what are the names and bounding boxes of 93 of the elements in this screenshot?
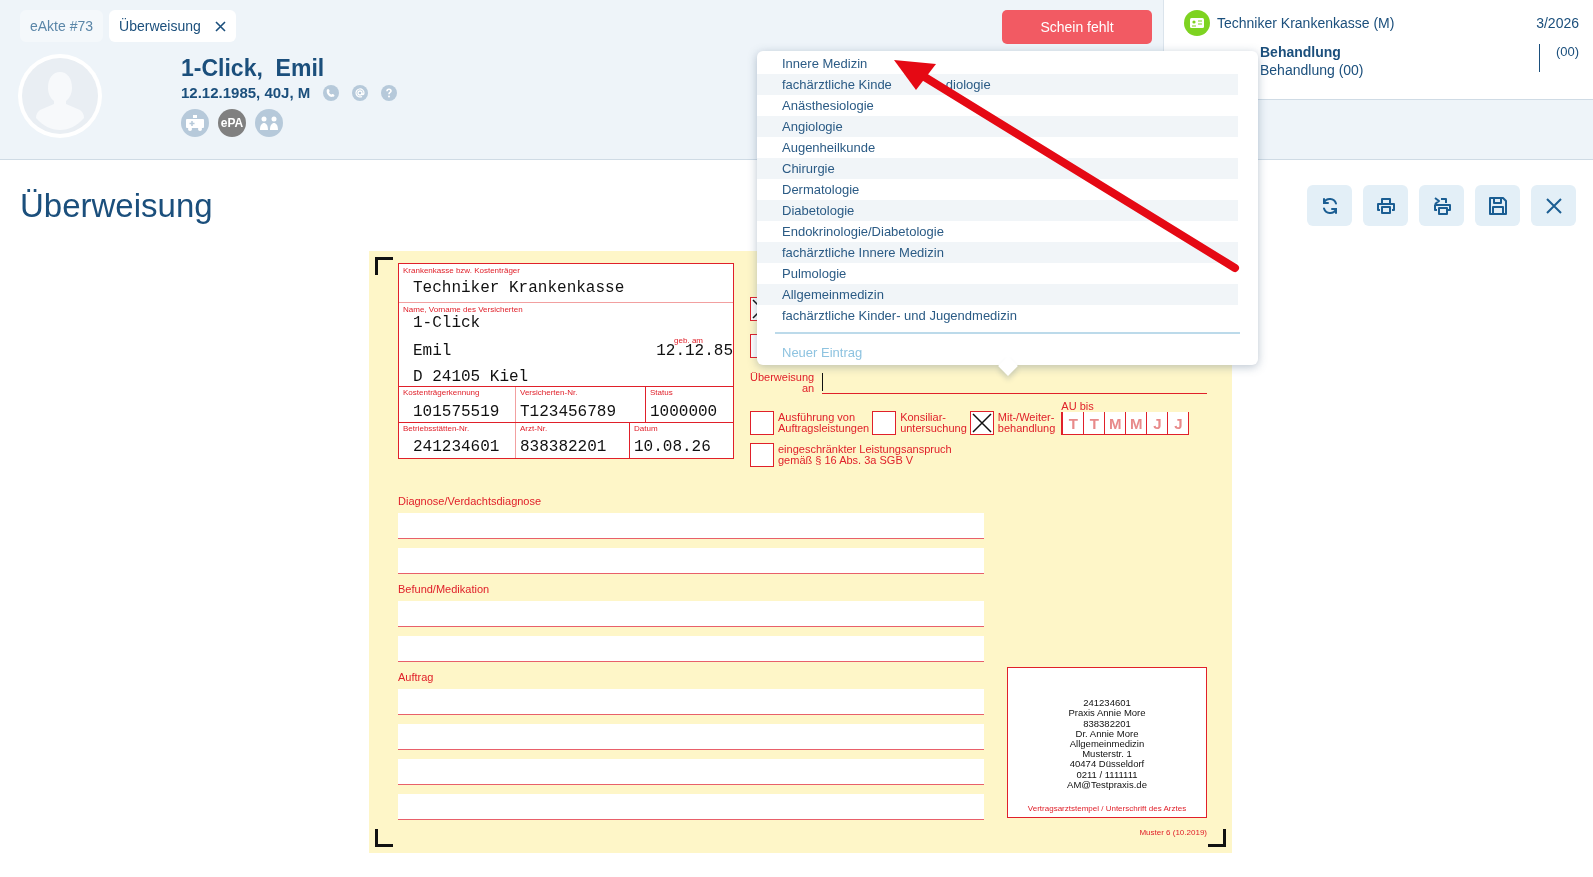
field-label: Datum	[634, 424, 659, 433]
close-icon	[1544, 196, 1563, 215]
insurance-card-icon	[1184, 10, 1210, 36]
ambulance-icon[interactable]	[181, 109, 209, 137]
dropdown-item[interactable]: diologie	[945, 77, 991, 92]
field-value: 101575519	[413, 403, 501, 421]
text-input-field[interactable]	[398, 689, 984, 715]
stamp-line: 838382201	[1083, 718, 1131, 729]
dropdown-item[interactable]: fachärztliche Kinde	[782, 77, 892, 92]
first-name-value: Emil	[413, 342, 452, 360]
field-label: Krankenkasse bzw. Kostenträger	[403, 266, 521, 275]
checkbox-label: Konsiliar- untersuchung	[900, 412, 967, 434]
printer-icon	[1375, 195, 1396, 216]
save-icon	[1487, 195, 1508, 216]
crop-mark	[375, 257, 393, 275]
patient-info: 12.12.1985, 40J, M	[181, 84, 311, 101]
checkbox[interactable]	[750, 443, 774, 467]
field-label: Kostenträgerkennung	[403, 388, 481, 397]
stamp-line: 241234601	[1083, 698, 1131, 709]
section-label: Diagnose/Verdachtsdiagnose	[398, 495, 543, 508]
field-value: T123456789	[520, 403, 617, 421]
checkbox-label: Mit-/Weiter- behandlung	[997, 412, 1056, 434]
form-code: Muster 6 (10.2019)	[1139, 828, 1207, 837]
print-button[interactable]	[1363, 185, 1408, 226]
text-input-field[interactable]	[398, 724, 984, 750]
field-label: Arzt-Nr.	[520, 424, 549, 433]
checkbox[interactable]	[969, 411, 994, 435]
crop-mark	[1208, 829, 1226, 847]
dropdown-item[interactable]: Dermatologie	[782, 182, 860, 197]
stamp-line: 40474 Düsseldorf	[1069, 759, 1145, 770]
epa-badge[interactable]: ePA	[218, 109, 246, 137]
phone-icon[interactable]	[323, 84, 340, 101]
stamp-caption: Vertragsarztstempel / Unterschrift des Arztes	[1027, 804, 1187, 813]
field-label: AU bis	[1061, 400, 1095, 412]
printer-arrow-icon	[1431, 195, 1452, 216]
dropdown-item[interactable]: Endokrinologie/Diabetologie	[782, 224, 944, 239]
field-label: geb. am	[674, 336, 703, 345]
case-code: (00)	[1555, 44, 1579, 61]
case-subtitle: Behandlung (00)	[1260, 62, 1365, 78]
text-input-field[interactable]	[398, 794, 984, 820]
section-label: Befund/Medikation	[398, 583, 491, 596]
text-input-field[interactable]	[398, 636, 984, 662]
dropdown-item[interactable]: Augenheilkunde	[782, 140, 876, 155]
dropdown-item[interactable]: Chirurgie	[782, 161, 835, 176]
field-label: Überweisung an	[750, 372, 815, 394]
referral-input-field[interactable]	[822, 373, 1207, 394]
stamp-line: Dr. Annie More	[1075, 728, 1139, 739]
close-icon[interactable]	[214, 20, 226, 32]
field-value: 1000000	[650, 403, 719, 421]
dropdown-item[interactable]: Anästhesiologie	[782, 98, 874, 113]
patient-name: 1-Click, Emil	[181, 54, 326, 82]
field-label: Name, Vorname des Versicherten	[403, 305, 524, 314]
stamp-line: Allgemeinmedizin	[1069, 739, 1145, 750]
print-forward-button[interactable]	[1419, 185, 1464, 226]
checkbox[interactable]	[750, 411, 774, 435]
text-input-field[interactable]	[398, 513, 984, 539]
checkbox-label: eingeschränkter Leistungsanspruch gemäß § 16 Abs. 3a SGB V	[778, 444, 952, 466]
tab[interactable]: eAkte #73	[20, 10, 104, 42]
field-value: 838382201	[520, 438, 608, 456]
dropdown-item[interactable]: fachärztliche Kinder- und Jugendmedizin	[782, 308, 1017, 323]
save-button[interactable]	[1475, 185, 1520, 226]
field-label: Betriebsstätten-Nr.	[403, 424, 471, 433]
dropdown-item[interactable]: Angiologie	[782, 119, 843, 134]
text-input-field[interactable]	[398, 759, 984, 785]
checkbox[interactable]	[872, 411, 897, 435]
crop-mark	[375, 829, 393, 847]
stamp-line: AM@Testpraxis.de	[1067, 779, 1147, 790]
close-button[interactable]	[1531, 185, 1576, 226]
field-value: 241234601	[413, 438, 501, 456]
stamp-line: Musterstr. 1	[1082, 749, 1132, 760]
surname-value: 1-Click	[413, 315, 482, 332]
page-title: Überweisung	[20, 186, 213, 225]
case-title: Behandlung	[1260, 44, 1342, 60]
address-value: D 24105 Kiel	[413, 368, 530, 386]
refresh-button[interactable]	[1307, 185, 1352, 226]
tab[interactable]: Überweisung	[109, 10, 236, 42]
dropdown-item[interactable]: Innere Medizin	[782, 56, 868, 71]
stamp-line: 0211 / 1111111	[1076, 769, 1138, 780]
family-icon[interactable]	[255, 109, 283, 137]
stamp-line: Praxis Annie More	[1068, 708, 1146, 719]
insurer-value: Techniker Krankenkasse	[413, 279, 626, 297]
dropdown-item[interactable]: Allgemeinmedizin	[782, 287, 884, 302]
insurer-name: Techniker Krankenkasse (M)	[1217, 15, 1395, 31]
section-label: Auftrag	[398, 671, 435, 684]
text-input-field[interactable]	[398, 548, 984, 574]
field-label: Status	[650, 388, 674, 397]
dropdown-item[interactable]: Pulmologie	[782, 266, 847, 281]
checkbox-label: Ausführung von Auftragsleistungen	[778, 412, 870, 434]
field-label: Versicherten-Nr.	[520, 388, 579, 397]
quarter-label: 3/2026	[1536, 15, 1579, 31]
field-value: 10.08.26	[634, 438, 712, 456]
dropdown-item[interactable]: Diabetologie	[782, 203, 855, 218]
text-input-field[interactable]	[398, 601, 984, 627]
